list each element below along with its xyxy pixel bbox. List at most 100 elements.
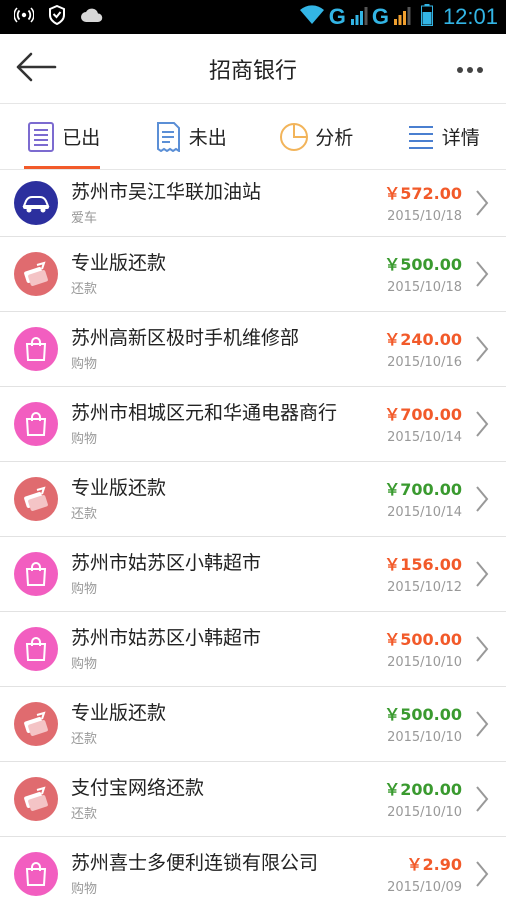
- chevron-right-icon: [468, 479, 496, 519]
- category-label: 购物: [71, 882, 98, 897]
- status-bar: G G 12:01: [0, 0, 506, 34]
- date: 2015/10/12: [387, 579, 462, 595]
- amount: ￥156.00: [384, 554, 462, 574]
- date: 2015/10/16: [387, 354, 462, 370]
- category-label: 购物: [71, 582, 98, 597]
- back-button[interactable]: [14, 47, 58, 91]
- shopping-bag-icon: [14, 552, 58, 596]
- repayment-icon: [14, 477, 58, 521]
- car-icon: [14, 181, 58, 225]
- tab-details[interactable]: 详情: [380, 104, 506, 169]
- category-label: 购物: [71, 657, 98, 672]
- amount: ￥240.00: [384, 329, 462, 349]
- repayment-icon: [14, 777, 58, 821]
- amount: ￥500.00: [384, 254, 462, 274]
- tab-label: 已出: [62, 127, 101, 149]
- date: 2015/10/14: [387, 429, 462, 445]
- merchant-name: 苏州市相城区元和华通电器商行: [71, 402, 338, 424]
- list-item[interactable]: 苏州喜士多便利连锁有限公司 购物 ￥2.90 2015/10/09: [0, 837, 506, 900]
- list-item[interactable]: 苏州市吴江华联加油站 爱车 ￥572.00 2015/10/18: [0, 170, 506, 237]
- arrow-left-icon: [15, 52, 57, 86]
- date: 2015/10/10: [387, 804, 462, 820]
- merchant-name: 专业版还款: [71, 702, 167, 724]
- amount: ￥572.00: [384, 183, 462, 203]
- list-item[interactable]: 苏州市相城区元和华通电器商行 购物 ￥700.00 2015/10/14: [0, 387, 506, 462]
- more-dots-icon: [456, 59, 484, 78]
- chevron-right-icon: [468, 254, 496, 294]
- tab-unbilled[interactable]: 未出: [127, 104, 254, 169]
- list-item[interactable]: 支付宝网络还款 还款 ￥200.00 2015/10/10: [0, 762, 506, 837]
- more-options-button[interactable]: [448, 47, 492, 91]
- signal-strength-icon: [393, 5, 411, 29]
- signal-broadcast-icon: [13, 6, 35, 28]
- list-item[interactable]: 苏州高新区极时手机维修部 购物 ￥240.00 2015/10/16: [0, 312, 506, 387]
- list-lines-icon: [406, 122, 436, 152]
- cloud-icon: [80, 7, 104, 27]
- list-doc-icon: [26, 121, 56, 152]
- category-label: 爱车: [71, 211, 98, 226]
- list-item[interactable]: 专业版还款 还款 ￥700.00 2015/10/14: [0, 462, 506, 537]
- app-header: 招商银行: [0, 34, 506, 104]
- wifi-icon: [299, 5, 325, 29]
- merchant-name: 苏州市吴江华联加油站: [71, 181, 262, 203]
- network-type-2: G: [371, 4, 389, 29]
- battery-icon: [420, 4, 433, 30]
- category-label: 还款: [71, 282, 98, 297]
- amount: ￥700.00: [384, 479, 462, 499]
- merchant-name: 苏州市姑苏区小韩超市: [71, 627, 262, 649]
- category-label: 购物: [71, 357, 98, 372]
- chevron-right-icon: [468, 404, 496, 444]
- list-item[interactable]: 苏州市姑苏区小韩超市 购物 ￥156.00 2015/10/12: [0, 537, 506, 612]
- merchant-name: 支付宝网络还款: [71, 777, 205, 799]
- status-time: 12:01: [442, 4, 498, 29]
- tab-bar: 已出 未出 分析 详情: [0, 104, 506, 170]
- tab-label: 分析: [315, 127, 354, 149]
- amount: ￥700.00: [384, 404, 462, 424]
- date: 2015/10/09: [387, 879, 462, 895]
- merchant-name: 苏州高新区极时手机维修部: [71, 327, 300, 349]
- merchant-name: 苏州喜士多便利连锁有限公司: [71, 852, 319, 874]
- amount: ￥2.90: [406, 854, 462, 874]
- tab-label: 详情: [441, 127, 480, 149]
- merchant-name: 专业版还款: [71, 252, 167, 274]
- date: 2015/10/14: [387, 504, 462, 520]
- chevron-right-icon: [468, 854, 496, 894]
- chevron-right-icon: [468, 329, 496, 369]
- merchant-name: 苏州市姑苏区小韩超市: [71, 552, 262, 574]
- list-item[interactable]: 专业版还款 还款 ￥500.00 2015/10/18: [0, 237, 506, 312]
- chevron-right-icon: [468, 183, 496, 223]
- date: 2015/10/10: [387, 654, 462, 670]
- category-label: 还款: [71, 807, 98, 822]
- tab-analysis[interactable]: 分析: [253, 104, 380, 169]
- category-label: 购物: [71, 432, 98, 447]
- chevron-right-icon: [468, 704, 496, 744]
- date: 2015/10/18: [387, 279, 462, 295]
- repayment-icon: [14, 252, 58, 296]
- tab-billed[interactable]: 已出: [0, 104, 127, 169]
- shopping-bag-icon: [14, 852, 58, 896]
- pie-chart-icon: [279, 122, 309, 152]
- shopping-bag-icon: [14, 627, 58, 671]
- chevron-right-icon: [468, 554, 496, 594]
- chevron-right-icon: [468, 629, 496, 669]
- date: 2015/10/18: [387, 208, 462, 224]
- category-label: 还款: [71, 732, 98, 747]
- receipt-icon: [153, 121, 183, 152]
- page-title: 招商银行: [208, 58, 297, 84]
- date: 2015/10/10: [387, 729, 462, 745]
- tab-label: 未出: [188, 127, 227, 149]
- category-label: 还款: [71, 507, 98, 522]
- chevron-right-icon: [468, 779, 496, 819]
- signal-strength-icon: [350, 5, 368, 29]
- shield-icon: [48, 4, 66, 29]
- list-item[interactable]: 专业版还款 还款 ￥500.00 2015/10/10: [0, 687, 506, 762]
- merchant-name: 专业版还款: [71, 477, 167, 499]
- amount: ￥500.00: [384, 629, 462, 649]
- amount: ￥200.00: [384, 779, 462, 799]
- repayment-icon: [14, 702, 58, 746]
- shopping-bag-icon: [14, 402, 58, 446]
- network-type-1: G: [328, 4, 346, 29]
- transaction-list: 苏州市吴江华联加油站 爱车 ￥572.00 2015/10/18 专业版还款 还…: [0, 170, 506, 900]
- list-item[interactable]: 苏州市姑苏区小韩超市 购物 ￥500.00 2015/10/10: [0, 612, 506, 687]
- amount: ￥500.00: [384, 704, 462, 724]
